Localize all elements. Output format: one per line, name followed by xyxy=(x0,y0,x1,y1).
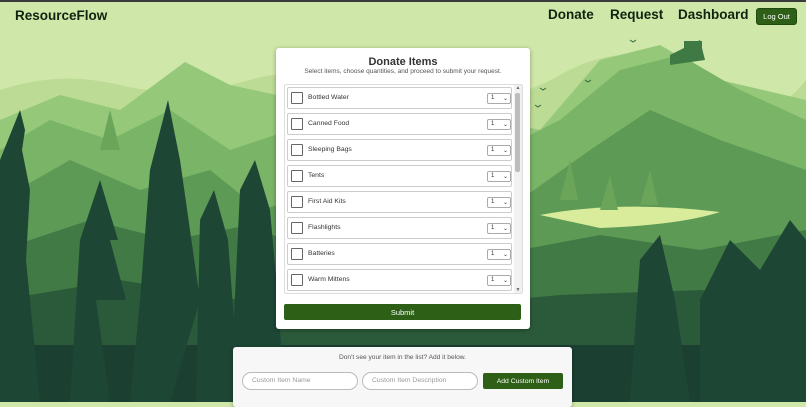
nav-link-request[interactable]: Request xyxy=(610,7,663,22)
item-checkbox[interactable] xyxy=(291,170,303,182)
custom-item-description-input[interactable]: Custom Item Description xyxy=(362,372,478,390)
nav-link-dashboard[interactable]: Dashboard xyxy=(678,7,749,22)
scroll-up-arrow-icon[interactable]: ▲ xyxy=(514,85,522,91)
quantity-value: 1 xyxy=(491,121,495,127)
items-list[interactable]: Bottled Water 1 ⌄ Canned Food 1 ⌄ Sleeping… xyxy=(284,84,523,294)
item-label: Warm Mittens xyxy=(308,276,350,283)
chevron-down-icon: ⌄ xyxy=(502,278,508,284)
chevron-down-icon: ⌄ xyxy=(502,148,508,154)
quantity-select[interactable]: 1 ⌄ xyxy=(487,249,511,260)
add-custom-item-button[interactable]: Add Custom Item xyxy=(483,373,563,389)
navbar: ResourceFlow Donate Request Dashboard Lo… xyxy=(0,2,806,32)
brand-logo[interactable]: ResourceFlow xyxy=(15,8,107,23)
item-checkbox[interactable] xyxy=(291,222,303,234)
quantity-select[interactable]: 1 ⌄ xyxy=(487,275,511,286)
quantity-select[interactable]: 1 ⌄ xyxy=(487,171,511,182)
item-checkbox[interactable] xyxy=(291,144,303,156)
chevron-down-icon: ⌄ xyxy=(502,174,508,180)
list-item: Canned Food 1 ⌄ xyxy=(287,113,512,135)
chevron-down-icon: ⌄ xyxy=(502,252,508,258)
logout-button[interactable]: Log Out xyxy=(756,8,797,25)
quantity-value: 1 xyxy=(491,173,495,179)
quantity-select[interactable]: 1 ⌄ xyxy=(487,197,511,208)
item-label: Flashlights xyxy=(308,224,341,231)
quantity-select[interactable]: 1 ⌄ xyxy=(487,145,511,156)
scrollbar-thumb[interactable] xyxy=(515,93,520,172)
quantity-value: 1 xyxy=(491,147,495,153)
list-item: Tents 1 ⌄ xyxy=(287,165,512,187)
chevron-down-icon: ⌄ xyxy=(502,200,508,206)
item-label: Tents xyxy=(308,172,325,179)
item-label: Bottled Water xyxy=(308,94,349,101)
list-item: First Aid Kits 1 ⌄ xyxy=(287,191,512,213)
custom-item-panel: Don't see your item in the list? Add it … xyxy=(233,347,572,407)
custom-item-prompt: Don't see your item in the list? Add it … xyxy=(339,354,466,361)
list-item: Batteries 1 ⌄ xyxy=(287,243,512,265)
custom-item-name-input[interactable]: Custom Item Name xyxy=(242,372,358,390)
chevron-down-icon: ⌄ xyxy=(502,122,508,128)
list-item: Bottled Water 1 ⌄ xyxy=(287,87,512,109)
scroll-down-arrow-icon[interactable]: ▼ xyxy=(514,287,522,293)
item-checkbox[interactable] xyxy=(291,248,303,260)
quantity-value: 1 xyxy=(491,199,495,205)
chevron-down-icon: ⌄ xyxy=(502,226,508,232)
quantity-select[interactable]: 1 ⌄ xyxy=(487,223,511,234)
list-item: Warm Mittens 1 ⌄ xyxy=(287,269,512,291)
item-label: Canned Food xyxy=(308,120,350,127)
submit-button[interactable]: Submit xyxy=(284,304,521,320)
item-checkbox[interactable] xyxy=(291,118,303,130)
quantity-value: 1 xyxy=(491,277,495,283)
item-checkbox[interactable] xyxy=(291,92,303,104)
chevron-down-icon: ⌄ xyxy=(502,96,508,102)
list-scrollbar[interactable]: ▲ ▼ xyxy=(514,85,522,293)
item-checkbox[interactable] xyxy=(291,196,303,208)
donate-items-card: Donate Items Select items, choose quanti… xyxy=(276,48,530,329)
quantity-value: 1 xyxy=(491,95,495,101)
nav-link-donate[interactable]: Donate xyxy=(548,7,594,22)
list-item: Flashlights 1 ⌄ xyxy=(287,217,512,239)
quantity-value: 1 xyxy=(491,225,495,231)
item-label: Sleeping Bags xyxy=(308,146,352,153)
quantity-value: 1 xyxy=(491,251,495,257)
card-subtitle: Select items, choose quantities, and pro… xyxy=(304,68,502,75)
item-label: First Aid Kits xyxy=(308,198,346,205)
quantity-select[interactable]: 1 ⌄ xyxy=(487,119,511,130)
card-title: Donate Items xyxy=(368,56,438,68)
item-label: Batteries xyxy=(308,250,335,257)
list-item: Sleeping Bags 1 ⌄ xyxy=(287,139,512,161)
quantity-select[interactable]: 1 ⌄ xyxy=(487,93,511,104)
item-checkbox[interactable] xyxy=(291,274,303,286)
